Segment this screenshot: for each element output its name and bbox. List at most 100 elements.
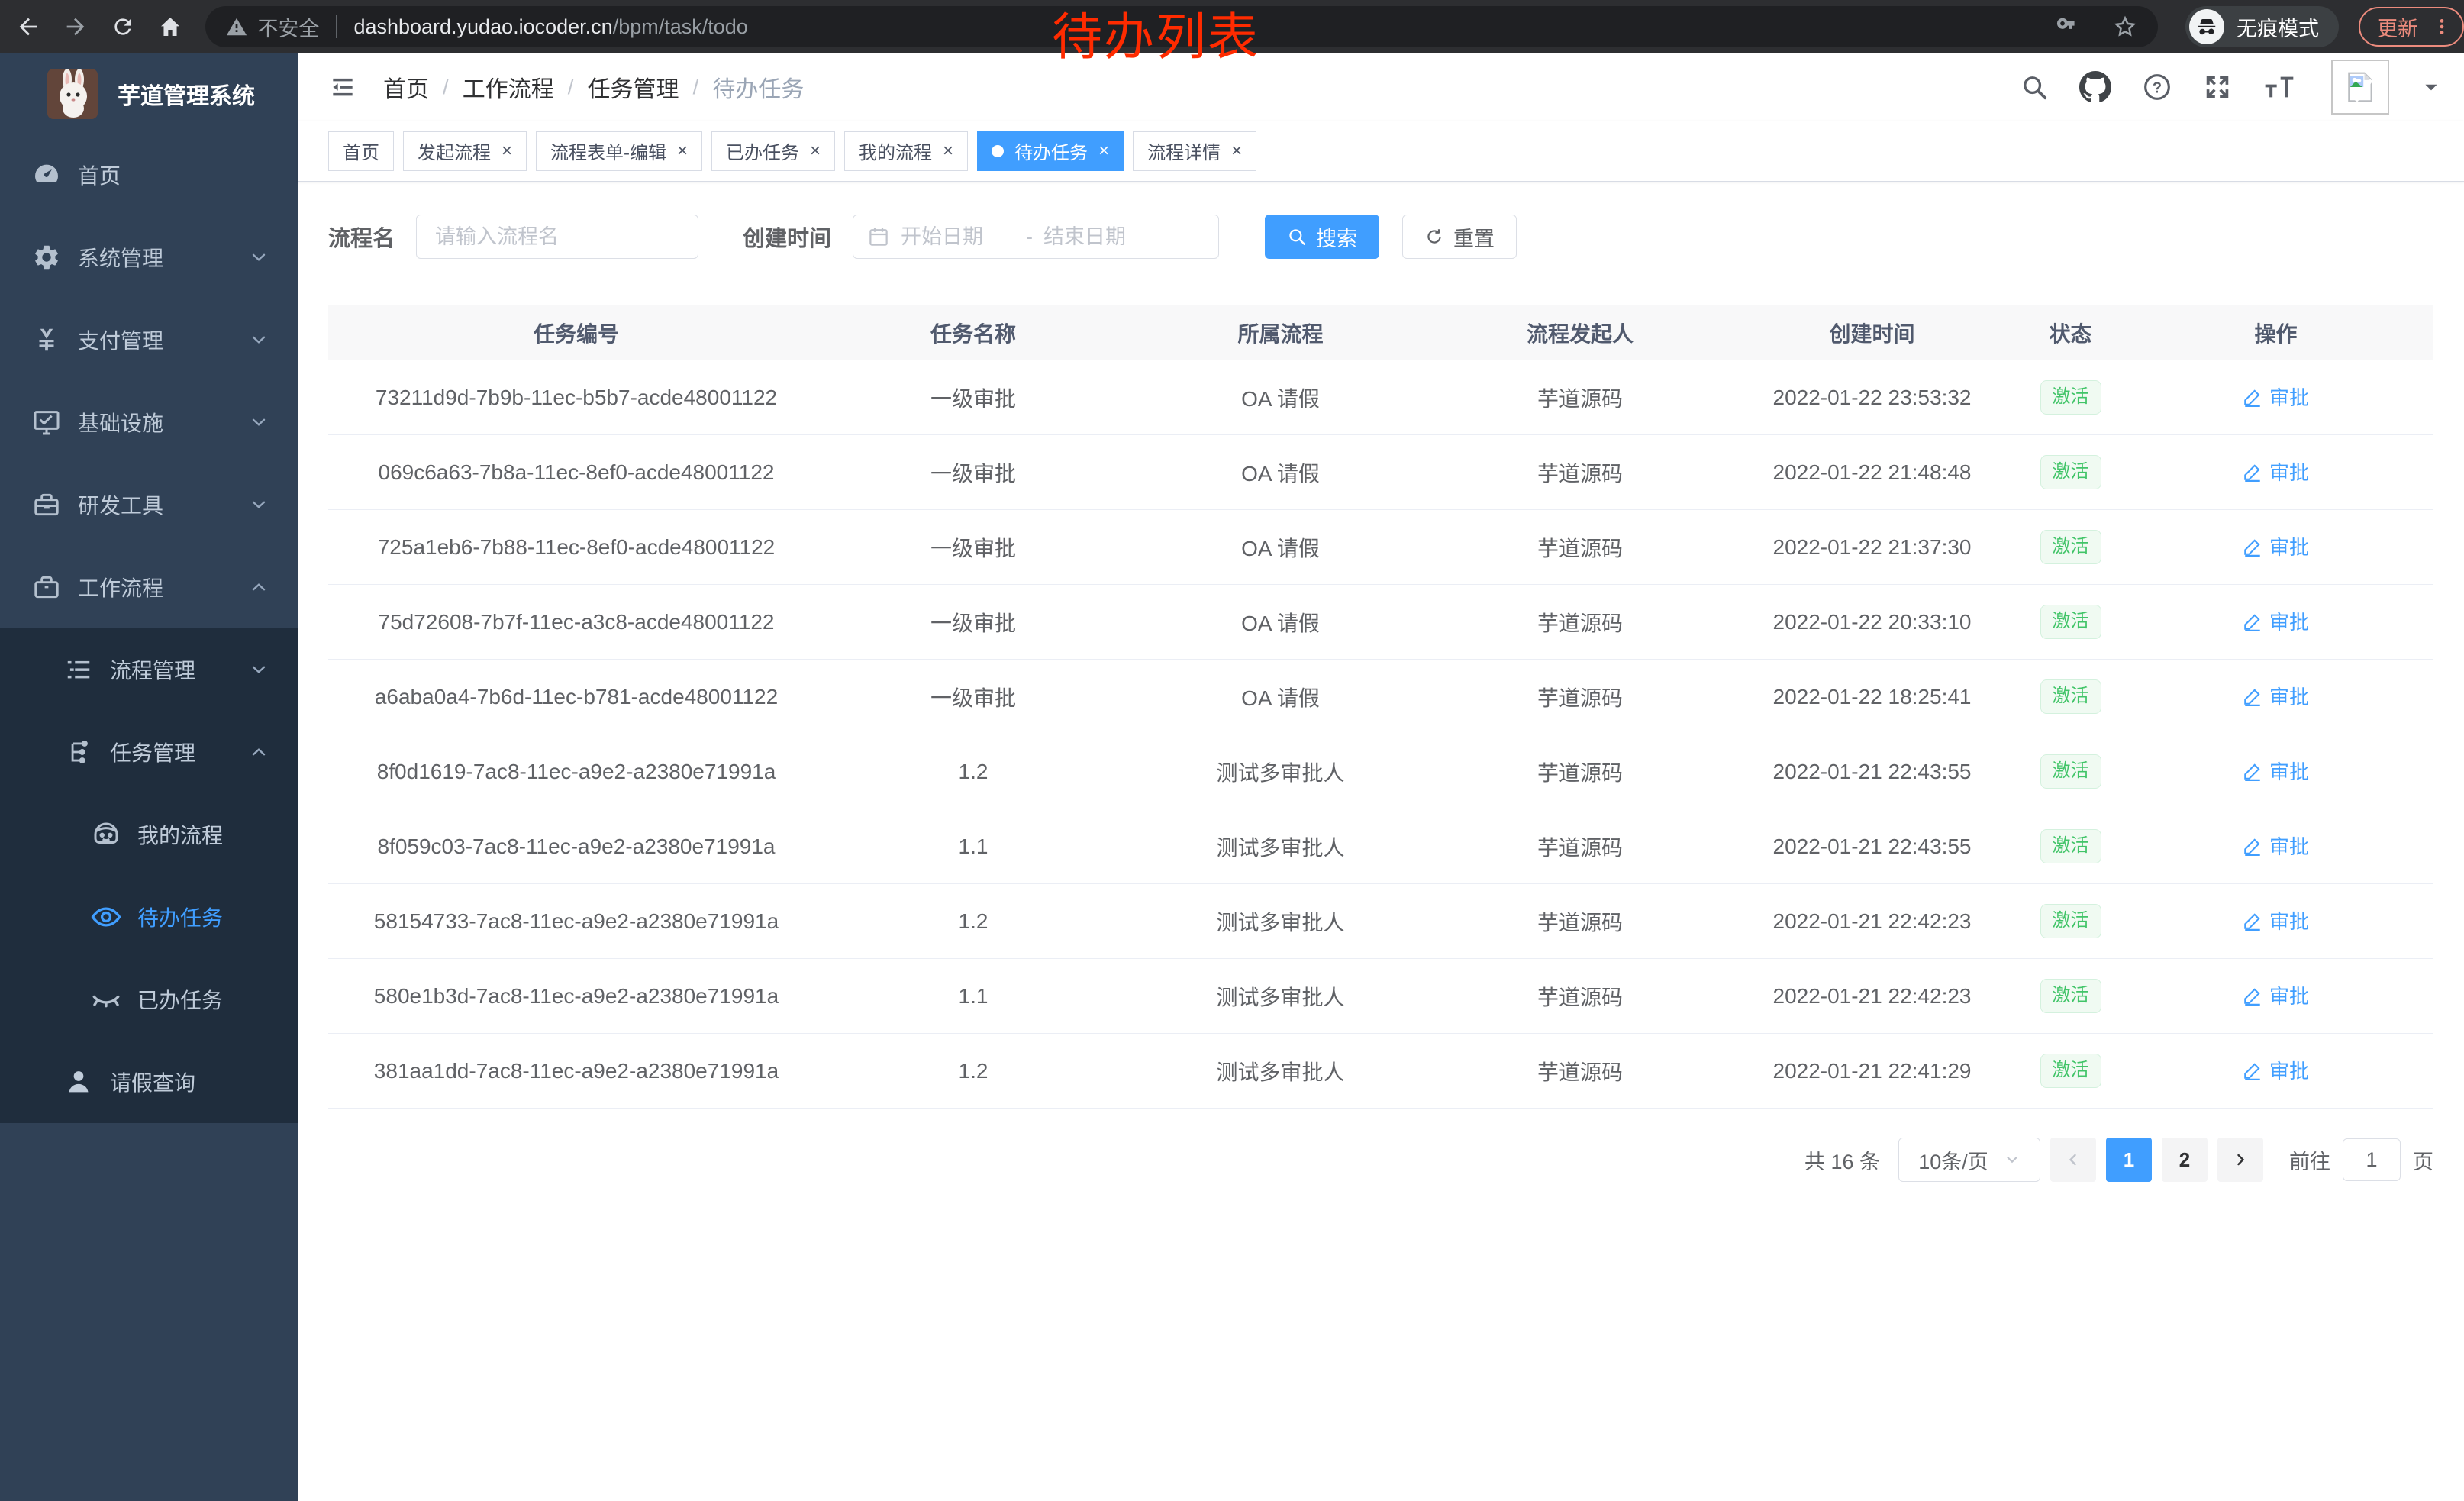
page-unit-label: 页 [2413, 1145, 2433, 1175]
cell-process: OA 请假 [1122, 532, 1439, 563]
column-header: 创建时间 [1721, 318, 2023, 348]
approve-link[interactable]: 审批 [2243, 1056, 2309, 1084]
search-icon[interactable] [2020, 73, 2049, 102]
sidebar-item-leave-query[interactable]: 请假查询 [0, 1041, 298, 1123]
browser-home-icon[interactable] [151, 8, 189, 46]
sidebar-item-todo-task[interactable]: 待办任务 [0, 876, 298, 958]
chevron-down-icon [249, 495, 269, 515]
cell-task-name: 1.1 [824, 984, 1122, 1009]
sidebar-item-devtools[interactable]: 研发工具 [0, 463, 298, 546]
browser-back-icon[interactable] [9, 8, 47, 46]
prev-page-button[interactable] [2050, 1138, 2096, 1182]
tab-close-icon[interactable]: × [943, 142, 953, 160]
tab-close-icon[interactable]: × [1231, 142, 1242, 160]
tab-close-icon[interactable]: × [810, 142, 821, 160]
pencil-icon [2243, 836, 2262, 856]
approve-link[interactable]: 审批 [2243, 757, 2309, 785]
cell-starter: 芋道源码 [1439, 682, 1721, 712]
security-warning-icon[interactable] [225, 15, 248, 38]
tab-已办任务[interactable]: 已办任务× [711, 131, 835, 171]
approve-link[interactable]: 审批 [2243, 831, 2309, 860]
browser-forward-icon[interactable] [56, 8, 95, 46]
font-size-icon[interactable] [2262, 72, 2296, 102]
approve-link[interactable]: 审批 [2243, 532, 2309, 560]
tab-首页[interactable]: 首页 [328, 131, 394, 171]
reset-button[interactable]: 重置 [1402, 215, 1517, 259]
approve-link[interactable]: 审批 [2243, 682, 2309, 710]
sidebar-logo-row[interactable]: 芋道管理系统 [0, 53, 298, 134]
page-button-2[interactable]: 2 [2162, 1138, 2208, 1182]
status-badge: 激活 [2040, 979, 2101, 1013]
approve-link[interactable]: 审批 [2243, 383, 2309, 411]
process-name-input[interactable] [416, 215, 698, 259]
approve-link[interactable]: 审批 [2243, 457, 2309, 486]
start-date-input[interactable] [901, 225, 1015, 249]
cell-task-name: 一级审批 [824, 383, 1122, 413]
yen-icon [29, 325, 64, 354]
avatar-caret-down-icon[interactable] [2421, 77, 2441, 97]
avatar[interactable] [2331, 60, 2389, 115]
end-date-input[interactable] [1043, 225, 1158, 249]
github-icon[interactable] [2079, 71, 2111, 103]
breadcrumb-item[interactable]: 工作流程 [463, 70, 554, 104]
cell-task-id: 8f059c03-7ac8-11ec-a9e2-a2380e71991a [328, 834, 824, 859]
tab-流程表单-编辑[interactable]: 流程表单-编辑× [536, 131, 702, 171]
sidebar-collapse-icon[interactable] [328, 73, 357, 102]
sidebar-item-process-mgmt[interactable]: 流程管理 [0, 628, 298, 711]
sidebar-item-infra[interactable]: 基础设施 [0, 381, 298, 463]
column-header: 操作 [2118, 318, 2433, 348]
approve-link[interactable]: 审批 [2243, 906, 2309, 934]
breadcrumb-item[interactable]: 任务管理 [588, 70, 679, 104]
sidebar-item-my-process[interactable]: 我的流程 [0, 793, 298, 876]
sidebar-item-task-mgmt[interactable]: 任务管理 [0, 711, 298, 793]
breadcrumb-item: 待办任务 [712, 70, 804, 104]
column-header: 所属流程 [1122, 318, 1439, 348]
pencil-icon [2243, 986, 2262, 1006]
approve-link[interactable]: 审批 [2243, 981, 2309, 1009]
date-range-picker[interactable]: - [853, 215, 1219, 259]
chevron-up-icon [249, 742, 269, 762]
browser-menu-kebab-icon[interactable] [2432, 17, 2452, 37]
cell-create-time: 2022-01-22 18:25:41 [1721, 685, 2023, 709]
cell-process: 测试多审批人 [1122, 1056, 1439, 1086]
tab-待办任务[interactable]: 待办任务× [977, 131, 1124, 171]
next-page-button[interactable] [2217, 1138, 2263, 1182]
approve-link[interactable]: 审批 [2243, 607, 2309, 635]
cell-starter: 芋道源码 [1439, 383, 1721, 413]
chevron-down-icon [249, 330, 269, 350]
help-icon[interactable]: ? [2142, 72, 2172, 102]
cell-create-time: 2022-01-21 22:43:55 [1721, 834, 2023, 859]
sidebar-item-done-task[interactable]: 已办任务 [0, 958, 298, 1041]
cell-create-time: 2022-01-22 23:53:32 [1721, 386, 2023, 410]
column-header: 流程发起人 [1439, 318, 1721, 348]
cell-starter: 芋道源码 [1439, 532, 1721, 563]
sidebar-item-payment[interactable]: 支付管理 [0, 299, 298, 381]
security-label[interactable]: 不安全 [257, 12, 319, 42]
breadcrumb-item[interactable]: 首页 [383, 70, 429, 104]
bookmark-star-icon[interactable] [2112, 14, 2138, 40]
app-header: 首页/工作流程/任务管理/待办任务 ? [298, 53, 2464, 121]
tab-我的流程[interactable]: 我的流程× [844, 131, 968, 171]
tab-close-icon[interactable]: × [677, 142, 688, 160]
tab-close-icon[interactable]: × [1098, 142, 1109, 160]
sidebar-item-label: 工作流程 [78, 572, 163, 602]
passkey-icon[interactable] [2050, 14, 2075, 40]
goto-page-input[interactable] [2343, 1138, 2401, 1181]
sidebar-item-system[interactable]: 系统管理 [0, 216, 298, 299]
tab-close-icon[interactable]: × [502, 142, 512, 160]
tab-流程详情[interactable]: 流程详情× [1133, 131, 1256, 171]
cell-starter: 芋道源码 [1439, 457, 1721, 488]
browser-reload-icon[interactable] [104, 8, 142, 46]
status-badge: 激活 [2040, 605, 2101, 639]
fullscreen-icon[interactable] [2203, 73, 2232, 102]
sidebar-item-home[interactable]: 首页 [0, 134, 298, 216]
page-size-select[interactable]: 10条/页 [1898, 1138, 2040, 1182]
eye-closed-icon [89, 983, 124, 1015]
update-label: 更新 [2377, 12, 2418, 42]
table-row: a6aba0a4-7b6d-11ec-b781-acde48001122一级审批… [328, 660, 2433, 734]
update-button[interactable]: 更新 [2359, 7, 2464, 47]
tab-发起流程[interactable]: 发起流程× [403, 131, 527, 171]
page-button-1[interactable]: 1 [2106, 1138, 2152, 1182]
search-button[interactable]: 搜索 [1265, 215, 1379, 259]
sidebar-item-workflow[interactable]: 工作流程 [0, 546, 298, 628]
